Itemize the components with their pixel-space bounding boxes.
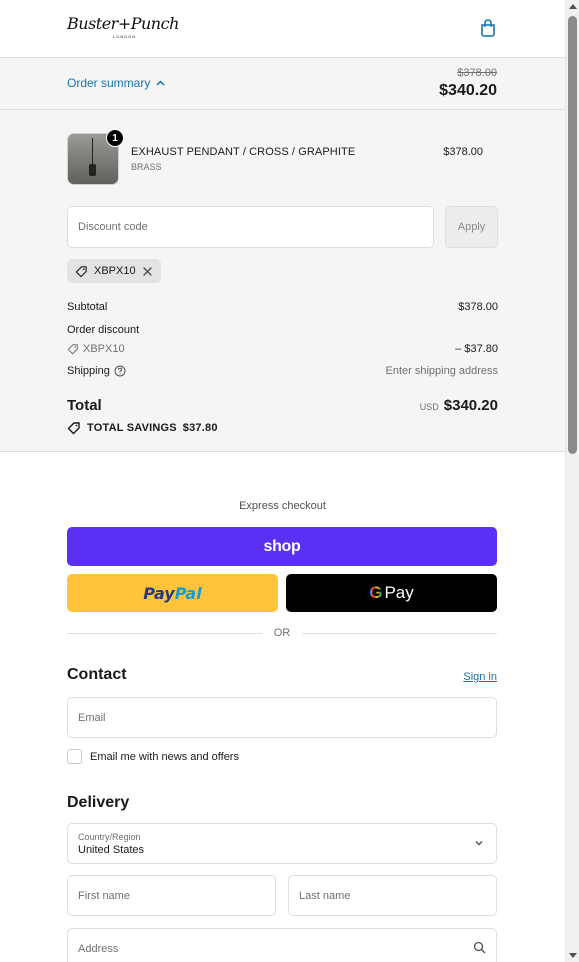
scroll-down-arrow[interactable] bbox=[569, 953, 577, 958]
shipping-label: Shipping bbox=[67, 365, 110, 377]
subtotal-row: Subtotal $378.00 bbox=[67, 301, 498, 313]
tag-icon bbox=[75, 265, 87, 277]
or-divider: OR bbox=[67, 627, 497, 639]
order-summary-toggle[interactable]: Order summary bbox=[67, 76, 165, 90]
total-currency: USD bbox=[419, 402, 439, 412]
order-discount-code-row: XBPX10 – $37.80 bbox=[67, 343, 498, 355]
or-divider-line-right bbox=[302, 632, 497, 634]
chevron-up-icon bbox=[156, 80, 165, 86]
applied-discount-chip: XBPX10 bbox=[67, 259, 161, 283]
logo-text: Buster+Punch bbox=[67, 14, 179, 33]
applied-discount-code: XBPX10 bbox=[94, 265, 136, 277]
original-total: $378.00 bbox=[457, 67, 497, 79]
header: Buster+Punch LONDON bbox=[0, 0, 579, 58]
shop-pay-button[interactable]: shop bbox=[67, 527, 497, 566]
order-discount-code: XBPX10 bbox=[83, 343, 125, 355]
google-pay-label: Pay bbox=[384, 583, 414, 602]
shipping-value: Enter shipping address bbox=[385, 365, 498, 377]
savings-tag-icon bbox=[67, 422, 80, 435]
delivery-title: Delivery bbox=[67, 794, 130, 811]
total-label: Total bbox=[67, 397, 102, 414]
shopping-bag-icon[interactable] bbox=[478, 18, 498, 38]
or-divider-line-left bbox=[67, 632, 262, 634]
total-value: $340.20 bbox=[443, 397, 498, 414]
country-value: United States bbox=[78, 844, 145, 856]
chevron-down-icon bbox=[475, 841, 483, 846]
country-select[interactable]: Country/Region United States bbox=[67, 823, 497, 864]
summary-total: $340.20 bbox=[439, 82, 497, 99]
paypal-label-pal: Pal bbox=[174, 583, 202, 603]
first-name-field[interactable] bbox=[67, 875, 276, 916]
product-name: EXHAUST PENDANT / CROSS / GRAPHITE bbox=[131, 146, 356, 158]
search-icon bbox=[473, 941, 486, 954]
google-g-icon: G bbox=[369, 583, 383, 602]
order-details: 1 EXHAUST PENDANT / CROSS / GRAPHITE BRA… bbox=[0, 110, 565, 452]
total-savings: TOTAL SAVINGS $37.80 bbox=[67, 421, 218, 435]
total-amount: USD $340.20 bbox=[420, 397, 498, 414]
order-summary-label: Order summary bbox=[67, 76, 151, 90]
or-label: OR bbox=[273, 627, 291, 639]
order-discount-value: – $37.80 bbox=[455, 343, 498, 355]
order-discount-code-label: XBPX10 bbox=[67, 343, 125, 355]
paypal-label-pay: Pay bbox=[143, 583, 175, 603]
scrollbar-thumb[interactable] bbox=[568, 16, 577, 454]
last-name-field[interactable] bbox=[288, 875, 497, 916]
logo-subtext: LONDON bbox=[113, 34, 137, 39]
close-icon[interactable] bbox=[142, 266, 153, 277]
sign-in-link[interactable]: Sign in bbox=[463, 671, 497, 683]
country-label: Country/Region bbox=[78, 832, 141, 842]
product-image-lamp bbox=[89, 164, 96, 176]
apply-discount-button[interactable]: Apply bbox=[445, 206, 498, 248]
product-variant: BRASS bbox=[131, 162, 162, 172]
scroll-up-arrow[interactable] bbox=[569, 4, 577, 9]
quantity-badge: 1 bbox=[106, 129, 124, 147]
discount-code-input[interactable] bbox=[67, 206, 434, 248]
news-checkbox[interactable] bbox=[67, 749, 82, 764]
news-opt-in: Email me with news and offers bbox=[67, 749, 239, 764]
email-field[interactable] bbox=[67, 697, 497, 738]
contact-title: Contact bbox=[67, 666, 127, 683]
order-summary-bar: Order summary $378.00 $340.20 bbox=[0, 58, 579, 110]
order-discount-row: Order discount bbox=[67, 324, 498, 336]
subtotal-value: $378.00 bbox=[458, 301, 498, 313]
order-discount-label: Order discount bbox=[67, 324, 140, 336]
savings-label: TOTAL SAVINGS bbox=[87, 422, 177, 434]
tag-icon bbox=[67, 344, 78, 355]
paypal-button[interactable]: Pay Pal bbox=[67, 574, 278, 612]
google-pay-button[interactable]: G Pay bbox=[286, 574, 497, 612]
shipping-row: Shipping Enter shipping address bbox=[67, 365, 498, 377]
product-price: $378.00 bbox=[443, 146, 483, 158]
news-label: Email me with news and offers bbox=[90, 750, 239, 763]
address-field[interactable] bbox=[67, 928, 497, 962]
savings-value: $37.80 bbox=[182, 422, 218, 434]
scrollbar[interactable] bbox=[565, 0, 579, 962]
help-icon[interactable] bbox=[114, 365, 126, 377]
shipping-label-group: Shipping bbox=[67, 365, 126, 377]
subtotal-label: Subtotal bbox=[67, 301, 108, 313]
express-checkout-label: Express checkout bbox=[239, 500, 326, 512]
brand-logo[interactable]: Buster+Punch LONDON bbox=[67, 14, 179, 44]
product-image-cord bbox=[92, 138, 93, 166]
